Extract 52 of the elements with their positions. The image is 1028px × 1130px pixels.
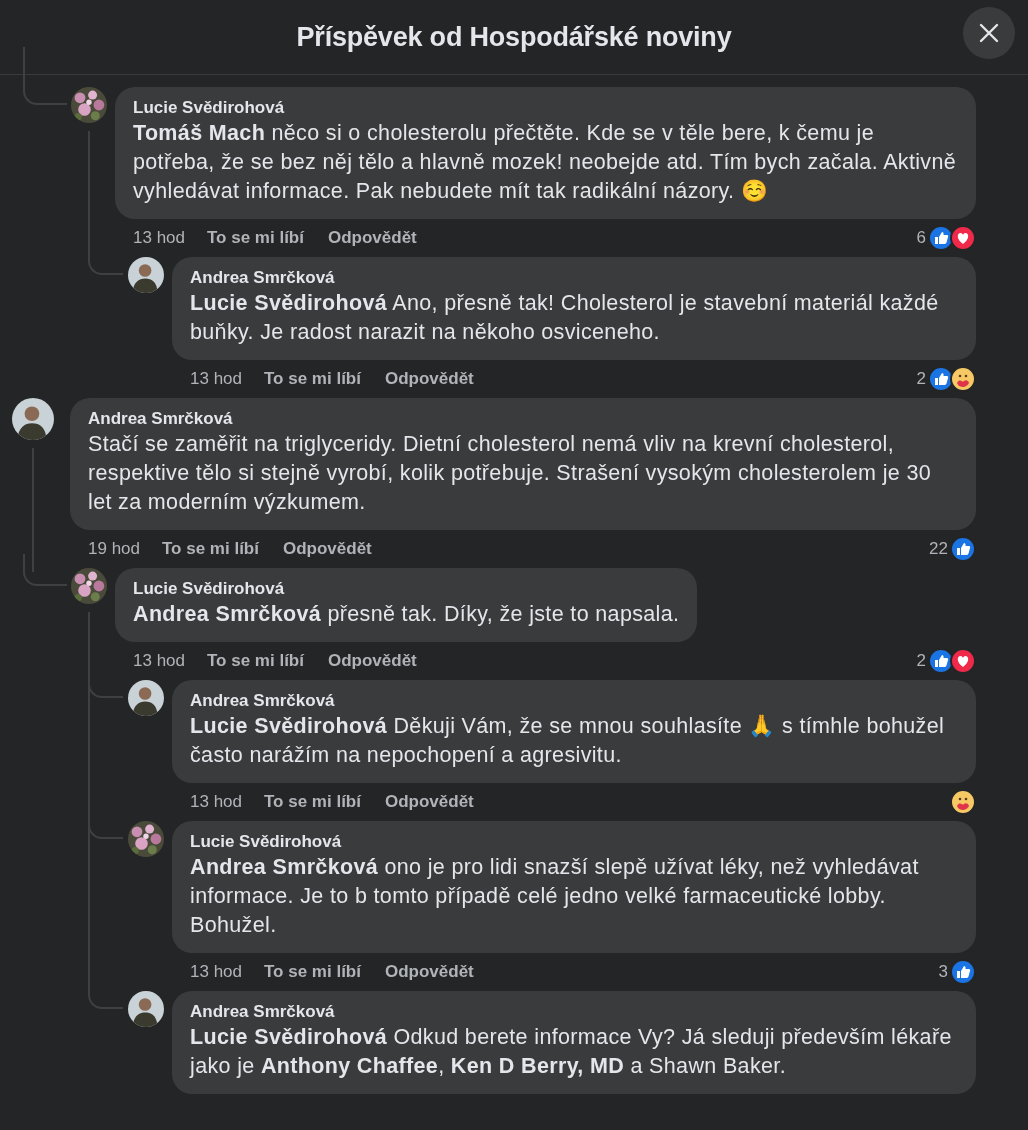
comment-text: Andrea Smrčková přesně tak. Díky, že jste to napsala. [133, 601, 680, 628]
avatar-icon [12, 398, 54, 440]
reply-link[interactable]: Odpovědět [328, 651, 417, 671]
like-link[interactable]: To se mi líbí [207, 228, 304, 248]
close-button[interactable] [963, 7, 1015, 59]
comment-text: Lucie Svědirohová Děkuji Vám, že se mnou souhlasíte 🙏 s tímhle bohužel často narážím na nepochopení a agresivitu. [190, 713, 946, 769]
reply-link[interactable]: Odpovědět [283, 539, 372, 559]
like-icon [950, 959, 976, 985]
author-name: Lucie Svědirohová [133, 97, 286, 119]
like-icon [928, 366, 954, 392]
comment-time: 13 hod [133, 651, 185, 671]
reply-link[interactable]: Odpovědět [385, 369, 474, 389]
comment-time: 19 hod [88, 539, 140, 559]
reaction-count: 2 [916, 369, 926, 389]
reply-link[interactable]: Odpovědět [328, 228, 417, 248]
comment-time: 13 hod [190, 962, 242, 982]
like-link[interactable]: To se mi líbí [207, 651, 304, 671]
like-link[interactable]: To se mi líbí [162, 539, 259, 559]
like-icon [928, 225, 954, 251]
author-name: Andrea Smrčková [190, 267, 336, 289]
author-name: Andrea Smrčková [190, 1001, 336, 1023]
comment-text: Andrea Smrčková ono je pro lidi snazší slepě užívat léky, než vyhledávat informace. Je to b tomto případě celé jedno velké farmaceutické lobby. Bohužel. [190, 854, 920, 939]
comment-text: Stačí se zaměřit na triglyceridy. Dietní cholesterol nemá vliv na krevní cholesterol, respektive tělo si stejně vyrobí, kolik potřebuje. Strašení vysokým cholesterolem je 30 let za moderním výzkumem. [88, 431, 933, 516]
reply-link[interactable]: Odpovědět [385, 962, 474, 982]
like-icon [928, 648, 954, 674]
comment-time: 13 hod [133, 228, 185, 248]
like-link[interactable]: To se mi líbí [264, 792, 361, 812]
reaction-count: 22 [929, 539, 948, 559]
dialog-title: Příspěvek od Hospodářské noviny [296, 21, 732, 53]
author-name: Lucie Svědirohová [133, 578, 286, 600]
hugging-emoji-icon [950, 366, 976, 392]
author-name: Andrea Smrčková [88, 408, 234, 430]
like-link[interactable]: To se mi líbí [264, 962, 361, 982]
comment-text: Lucie Svědirohová Odkud berete informace Vy? Já sleduji především lékaře jako je Anthony Chaffee, Ken D Berry, MD a Shawn Baker. [190, 1024, 953, 1080]
author-name: Lucie Svědirohová [190, 831, 343, 853]
close-icon [978, 22, 1000, 44]
avatar-icon [128, 257, 164, 293]
like-link[interactable]: To se mi líbí [264, 369, 361, 389]
comment-time: 13 hod [190, 369, 242, 389]
hugging-emoji-icon [950, 789, 976, 815]
comment-text: Tomáš Mach něco si o cholesterolu přečtěte. Kde se v těle bere, k čemu je potřeba, že se bez něj tělo a hlavně mozek! neobejde atd. Tím bych začala. Aktivně vyhledávat informace. Pak nebudete mít tak radikální názory. ☺ [133, 120, 958, 205]
comment-time: 13 hod [190, 792, 242, 812]
reaction-count: 6 [916, 228, 926, 248]
reply-link[interactable]: Odpovědět [385, 792, 474, 812]
author-name: Andrea Smrčková [190, 690, 336, 712]
reaction-count: 2 [916, 651, 926, 671]
thread-connector [23, 554, 67, 586]
reaction-count: 3 [938, 962, 948, 982]
like-icon [950, 536, 976, 562]
comment-text: Lucie Svědirohová Ano, přesně tak! Cholesterol je stavební materiál každé buňky. Je radost narazit na někoho osviceneho. [190, 290, 940, 346]
avatar-icon [128, 991, 164, 1027]
avatar-icon [128, 680, 164, 716]
